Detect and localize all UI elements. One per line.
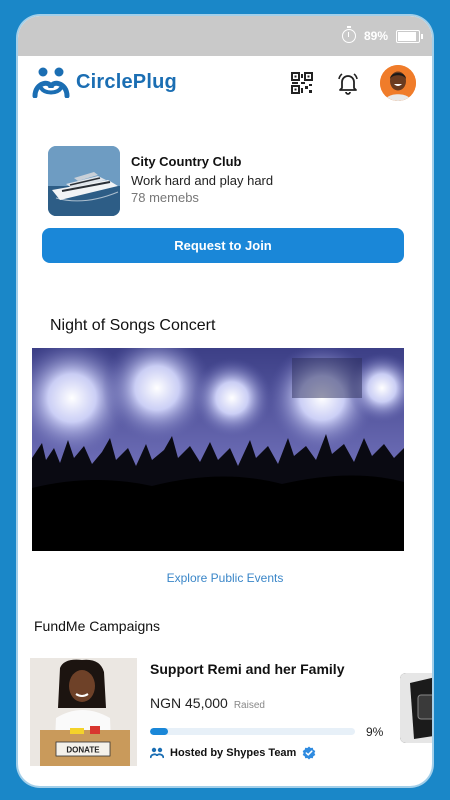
group-icon <box>150 747 164 759</box>
donate-box-label: DONATE <box>66 746 100 755</box>
concert-crowd-image <box>32 348 404 551</box>
status-bar: 89% <box>18 16 432 56</box>
next-campaign-card-peek[interactable] <box>400 673 432 743</box>
campaign-raised-label: Raised <box>233 700 265 711</box>
club-tagline: Work hard and play hard <box>131 173 274 188</box>
campaign-progress-percent: 9% <box>366 725 384 739</box>
battery-level <box>398 31 416 41</box>
campaign-progress-bar <box>150 728 355 735</box>
campaign-amount: NGN 45,000 Raised <box>150 695 265 711</box>
app-bar: CirclePlug <box>18 56 432 110</box>
campaign-image: DONATE <box>30 658 137 766</box>
fundme-section-title: FundMe Campaigns <box>34 618 161 634</box>
circleplug-logo-icon <box>32 67 70 98</box>
campaign-host-text: Hosted by Shypes Team <box>170 747 297 759</box>
campaign-title: Support Remi and her Family <box>150 661 345 677</box>
app-bar-actions <box>288 65 416 101</box>
event-title: Night of Songs Concert <box>50 317 216 334</box>
verified-badge-icon <box>303 746 316 760</box>
campaign-progress-fill <box>150 728 169 735</box>
club-image <box>48 146 120 216</box>
next-campaign-image <box>400 673 432 743</box>
club-name: City Country Club <box>131 154 242 169</box>
bell-icon[interactable] <box>334 69 362 97</box>
fundme-campaign-card[interactable]: DONATE Support Remi and her Family NGN 4… <box>30 658 432 768</box>
campaign-amount-value: NGN 45,000 <box>150 695 228 711</box>
concert-image[interactable] <box>32 348 404 551</box>
battery-percent: 89% <box>363 29 388 43</box>
request-to-join-button[interactable]: Request to Join <box>42 228 404 263</box>
timer-icon <box>341 26 356 43</box>
explore-public-events-link[interactable]: Explore Public Events <box>18 571 432 585</box>
campaign-host: Hosted by Shypes Team <box>150 746 316 760</box>
club-card[interactable]: City Country Club Work hard and play har… <box>48 146 408 216</box>
phone-screen: 89% CirclePlug City Country Club Work ha… <box>18 16 432 786</box>
user-avatar[interactable] <box>380 65 416 101</box>
club-members-count: 78 memebs <box>131 190 199 205</box>
yacht-image <box>48 146 120 216</box>
status-indicators: 89% <box>341 26 423 43</box>
battery-icon <box>396 29 423 43</box>
avatar-person-icon <box>380 65 416 101</box>
app-logo[interactable]: CirclePlug <box>32 66 177 98</box>
qr-code-icon[interactable] <box>288 69 316 97</box>
app-name: CirclePlug <box>76 70 177 93</box>
campaign-photo: DONATE <box>30 658 137 766</box>
